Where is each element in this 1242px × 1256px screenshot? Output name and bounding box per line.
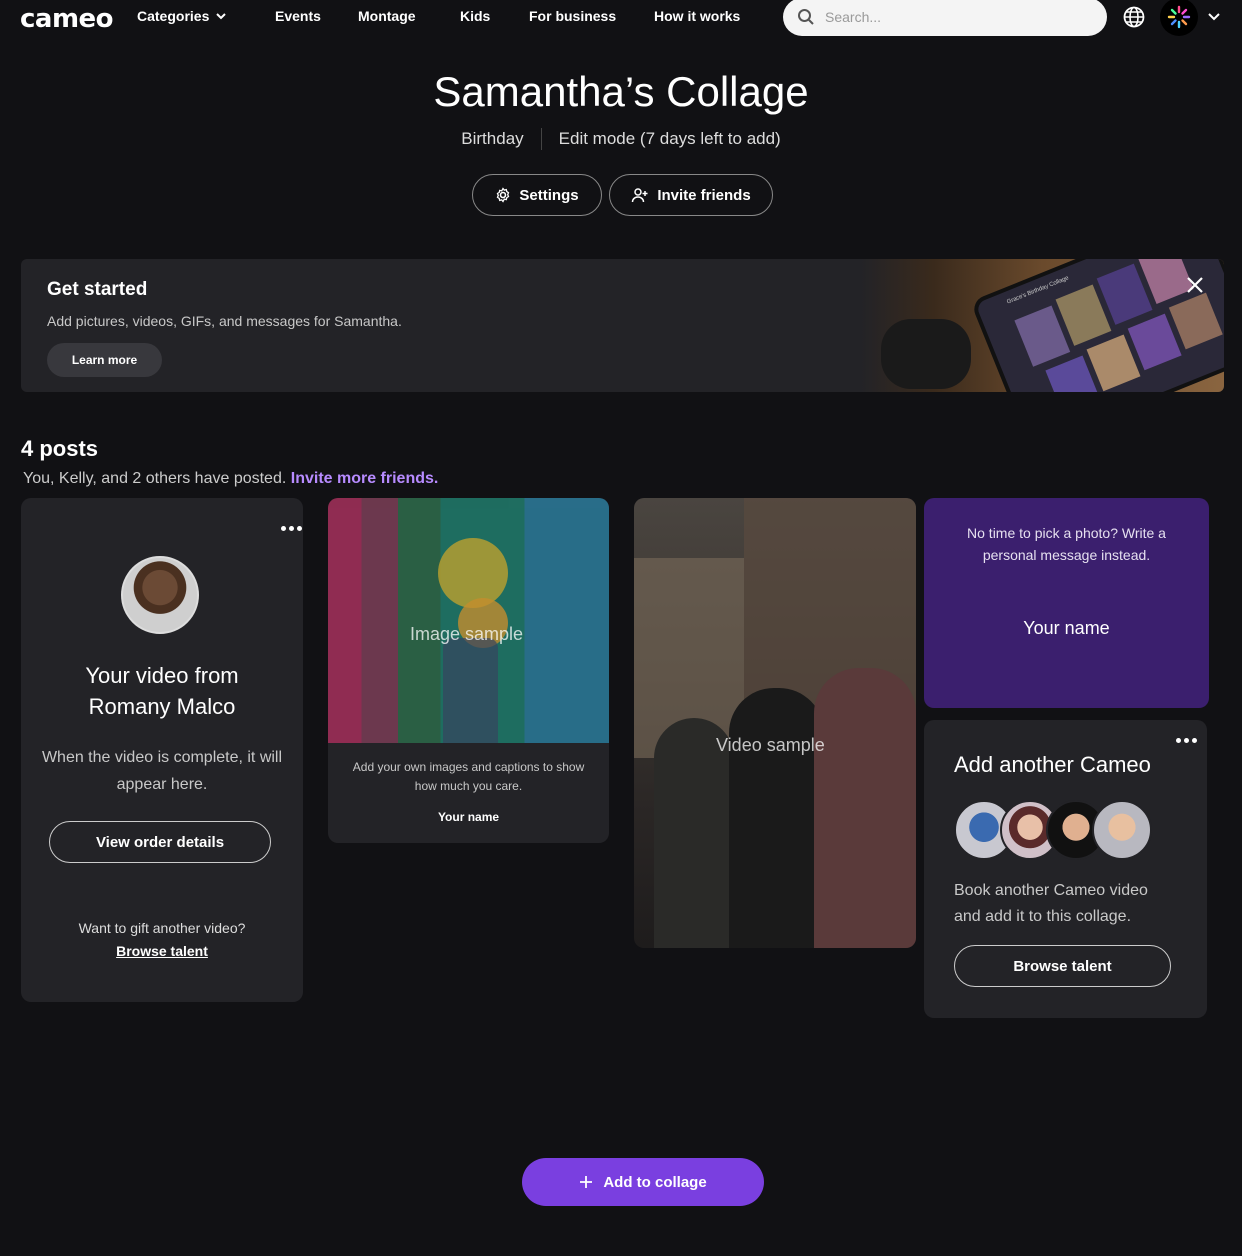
invite-more-friends-link[interactable]: Invite more friends. <box>291 470 439 487</box>
search-input[interactable] <box>825 9 1075 25</box>
talent-name: Romany Malco <box>88 694 236 719</box>
account-chevron-down-icon[interactable] <box>1206 8 1222 24</box>
chevron-down-icon <box>216 13 227 20</box>
image-sample-overlay: Image sample <box>410 624 524 644</box>
settings-button[interactable]: Settings <box>472 174 602 216</box>
search-icon <box>798 9 814 25</box>
camera-shape <box>881 319 971 389</box>
add-cameo-card: Add another Cameo Book another Cameo vid… <box>924 720 1207 1018</box>
globe-icon[interactable] <box>1122 5 1146 29</box>
posts-count: 4 posts <box>21 436 99 461</box>
banner-text: Add pictures, videos, GIFs, and messages… <box>47 313 402 329</box>
page-title: Samantha’s Collage <box>433 68 809 115</box>
add-cameo-title: Add another Cameo <box>954 752 1151 777</box>
video-sample-card[interactable]: Video sample <box>634 498 916 948</box>
posts-summary: You, Kelly, and 2 others have posted. In… <box>23 470 438 488</box>
search-bar[interactable] <box>783 0 1107 36</box>
image-sample-card[interactable]: Image sample Add your own images and cap… <box>328 498 609 843</box>
add-to-collage-button[interactable]: Add to collage <box>522 1158 764 1206</box>
browse-talent-link[interactable]: Browse talent <box>21 943 303 959</box>
banner-title: Get started <box>47 279 148 300</box>
nav-categories-label: Categories <box>137 8 210 24</box>
talent-video-card: Your video from Romany Malco When the vid… <box>21 498 303 1002</box>
invite-friends-button[interactable]: Invite friends <box>609 174 773 216</box>
collage-meta: Birthday Edit mode (7 days left to add) <box>0 128 1242 150</box>
nav-for-business[interactable]: For business <box>529 8 616 24</box>
nav-montage[interactable]: Montage <box>358 8 416 24</box>
user-avatar[interactable] <box>1160 0 1198 36</box>
nav-how-it-works[interactable]: How it works <box>654 8 740 24</box>
occasion-label: Birthday <box>461 129 524 148</box>
invite-friends-label: Invite friends <box>657 186 751 204</box>
talent-video-description: When the video is complete, it will appe… <box>41 749 283 793</box>
message-prompt: No time to pick a photo? Write a persona… <box>967 525 1166 563</box>
message-author-name: Your name <box>1023 618 1110 638</box>
talent-video-title: Your video from Romany Malco <box>21 660 303 722</box>
banner-image: Grace's Birthday Collage <box>861 259 1224 392</box>
talent-avatar <box>1092 800 1152 860</box>
nav-categories[interactable]: Categories <box>137 8 227 24</box>
gift-prompt: Want to gift another video? <box>78 920 246 936</box>
divider <box>540 128 542 150</box>
sample-image <box>328 498 609 743</box>
cameo-logo[interactable]: cameo <box>20 4 114 34</box>
talent-avatar <box>121 556 199 634</box>
sparkle-avatar-icon <box>1167 5 1191 29</box>
get-started-banner: Get started Add pictures, videos, GIFs, … <box>21 259 1224 392</box>
add-person-icon <box>632 188 648 203</box>
plus-icon <box>580 1176 593 1188</box>
edit-mode-label: Edit mode (7 days left to add) <box>558 129 781 148</box>
more-options-icon[interactable] <box>1176 735 1200 745</box>
close-icon[interactable] <box>1183 273 1207 297</box>
browse-talent-button[interactable]: Browse talent <box>954 945 1171 987</box>
learn-more-button[interactable]: Learn more <box>47 343 162 377</box>
personal-message-card[interactable]: No time to pick a photo? Write a persona… <box>924 498 1209 708</box>
nav-kids[interactable]: Kids <box>460 8 490 24</box>
image-author-name: Your name <box>437 810 500 824</box>
settings-label: Settings <box>519 186 579 204</box>
add-to-collage-label: Add to collage <box>603 1173 707 1191</box>
add-cameo-description: Book another Cameo video and add it to t… <box>954 882 1148 925</box>
nav-events[interactable]: Events <box>275 8 321 24</box>
gear-icon <box>497 187 510 203</box>
view-order-details-button[interactable]: View order details <box>49 821 271 863</box>
posts-summary-text: You, Kelly, and 2 others have posted. <box>23 470 287 487</box>
video-sample-overlay: Video sample <box>716 735 825 755</box>
image-caption: Add your own images and captions to show… <box>352 760 585 793</box>
more-options-icon[interactable] <box>281 523 305 533</box>
talent-video-title-line1: Your video from <box>85 663 239 688</box>
